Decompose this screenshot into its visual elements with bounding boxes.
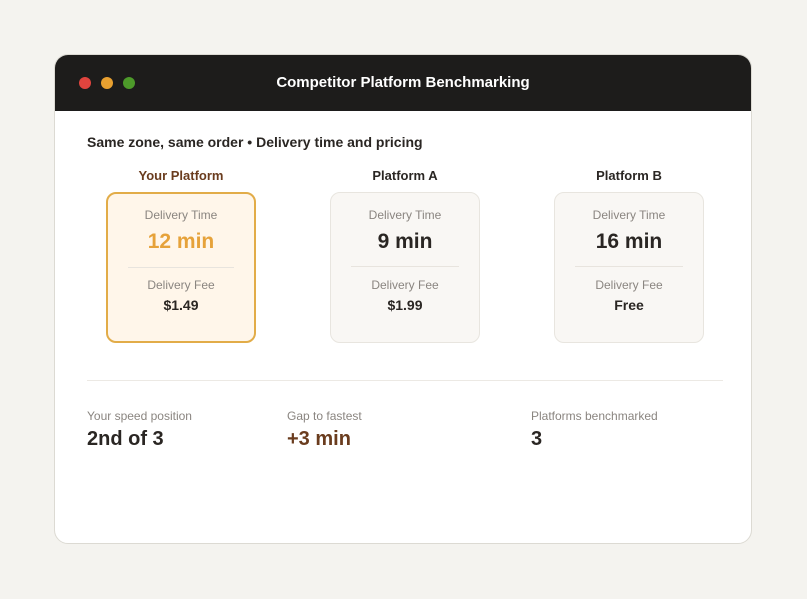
card-divider [351,266,459,267]
stat-platforms-benchmarked: Platforms benchmarked 3 [531,409,658,451]
delivery-fee-label: Delivery Fee [595,278,663,292]
app-window: Competitor Platform Benchmarking Same zo… [54,54,752,544]
delivery-time-label: Delivery Time [368,208,442,222]
stat-label: Platforms benchmarked [531,409,658,423]
stat-value: 3 [531,428,543,450]
title-bar: Competitor Platform Benchmarking [55,55,751,111]
stat-label: Gap to fastest [287,409,362,423]
platform-card-a: Delivery Time 9 min Delivery Fee $1.99 [330,192,480,343]
delivery-time-label: Delivery Time [144,208,218,222]
stat-value: 2nd of 3 [87,428,164,450]
stat-speed-position: Your speed position 2nd of 3 [87,409,192,451]
delivery-fee-label: Delivery Fee [371,278,439,292]
platform-column-b: Platform B Delivery Time 16 min Delivery… [554,168,704,343]
card-divider [575,266,683,267]
platform-card-b: Delivery Time 16 min Delivery Fee Free [554,192,704,343]
card-divider [128,267,234,268]
section-divider [87,380,723,381]
delivery-time-value: 12 min [147,230,215,253]
stat-label: Your speed position [87,409,192,423]
delivery-fee-value: Free [614,297,644,313]
stat-gap-to-fastest: Gap to fastest +3 min [287,409,362,451]
platform-column-a: Platform A Delivery Time 9 min Delivery … [330,168,480,343]
window-title: Competitor Platform Benchmarking [276,74,530,91]
delivery-time-value: 9 min [377,230,433,253]
section-subtitle: Same zone, same order • Delivery time an… [87,134,423,150]
platform-column-yours: Your Platform Delivery Time 12 min Deliv… [106,168,256,343]
delivery-fee-value: $1.99 [387,297,423,313]
stat-value: +3 min [287,428,351,450]
platform-name: Platform A [372,168,438,183]
platform-name: Platform B [596,168,662,183]
platform-name: Your Platform [138,168,224,183]
delivery-time-value: 16 min [595,230,663,253]
platform-card-yours: Delivery Time 12 min Delivery Fee $1.49 [106,192,256,343]
delivery-fee-label: Delivery Fee [147,278,215,292]
delivery-time-label: Delivery Time [592,208,666,222]
delivery-fee-value: $1.49 [163,297,199,313]
